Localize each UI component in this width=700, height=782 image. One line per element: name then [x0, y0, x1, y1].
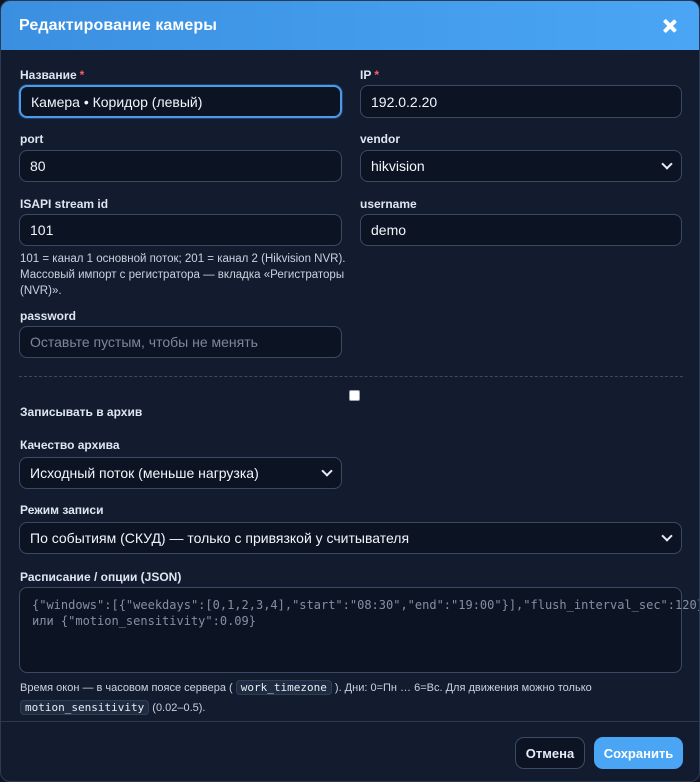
required-mark: * — [79, 68, 85, 82]
username-input-value: demo — [371, 222, 407, 238]
quality-label: Качество архива — [20, 438, 120, 452]
schedule-hint-part3: (0.02–0.5). — [152, 702, 206, 714]
name-input[interactable]: Камера • Коридор (левый) — [19, 85, 342, 118]
isapi-label: ISAPI stream id — [20, 197, 109, 211]
cancel-button[interactable]: Отмена — [515, 737, 585, 769]
footer-divider — [1, 721, 699, 722]
password-placeholder: Оставьте пустым, чтобы не менять — [30, 334, 258, 350]
name-label: Название * — [20, 68, 84, 82]
record-mode-select[interactable]: По событиям (СКУД) — только с привязкой … — [19, 522, 682, 554]
port-input[interactable]: 80 — [19, 150, 342, 182]
schedule-hint-part2: ). Дни: 0=Пн … 6=Вс. Для движения можно … — [334, 682, 592, 694]
archive-label: Записывать в архив — [20, 405, 143, 419]
username-input[interactable]: demo — [360, 214, 682, 246]
vendor-select-value: hikvision — [371, 158, 425, 174]
password-label: password — [20, 309, 77, 323]
quality-select-value: Исходный поток (меньше нагрузка) — [30, 465, 259, 481]
isapi-hint: 101 = канал 1 основной поток; 201 = кана… — [20, 251, 350, 299]
close-icon[interactable] — [661, 17, 679, 35]
ip-label-text: IP — [360, 68, 372, 82]
sensitivity-code: motion_sensitivity — [20, 700, 150, 715]
edit-camera-modal: Редактирование камеры Название * Камера •… — [0, 0, 700, 782]
port-label: port — [20, 132, 44, 146]
password-input[interactable]: Оставьте пустым, чтобы не менять — [19, 326, 342, 358]
archive-checkbox[interactable] — [349, 390, 360, 401]
port-input-value: 80 — [30, 158, 46, 174]
ip-input[interactable]: 192.0.2.20 — [360, 85, 682, 118]
isapi-hint-line1: 101 = канал 1 основной поток; 201 = кана… — [20, 253, 346, 265]
vendor-select[interactable]: hikvision — [360, 150, 682, 182]
isapi-input[interactable]: 101 — [19, 214, 342, 246]
vendor-label: vendor — [360, 132, 401, 146]
schedule-textarea[interactable]: {"windows":[{"weekdays":[0,1,2,3,4],"sta… — [19, 587, 700, 673]
schedule-hint-part1: Время окон — в часовом поясе сервера ( — [20, 682, 233, 694]
isapi-hint-line2: Массовый импорт с регистратора — вкладка… — [20, 269, 345, 281]
save-button[interactable]: Сохранить — [594, 737, 683, 769]
schedule-hint: Время окон — в часовом поясе сервера ( w… — [20, 678, 685, 718]
chevron-down-icon — [661, 158, 673, 170]
required-mark: * — [374, 68, 380, 82]
schedule-label: Расписание / опции (JSON) — [20, 570, 182, 584]
ip-label: IP * — [360, 68, 379, 82]
ip-input-value: 192.0.2.20 — [371, 93, 438, 110]
name-input-value: Камера • Коридор (левый) — [31, 93, 203, 110]
chevron-down-icon — [321, 465, 333, 477]
timezone-code: work_timezone — [235, 680, 332, 695]
username-label: username — [360, 197, 417, 211]
section-divider — [19, 376, 683, 377]
name-label-text: Название — [20, 68, 77, 82]
modal-title: Редактирование камеры — [19, 16, 217, 34]
record-mode-select-value: По событиям (СКУД) — только с привязкой … — [30, 530, 410, 546]
chevron-down-icon — [661, 530, 673, 542]
quality-select[interactable]: Исходный поток (меньше нагрузка) — [19, 457, 342, 489]
record-mode-label: Режим записи — [20, 503, 104, 517]
schedule-placeholder-line1: {"windows":[{"weekdays":[0,1,2,3,4],"sta… — [32, 598, 700, 612]
schedule-placeholder-line2: или {"motion_sensitivity":0.09} — [32, 614, 256, 628]
modal-header: Редактирование камеры — [1, 1, 699, 50]
isapi-input-value: 101 — [30, 222, 54, 238]
isapi-hint-line3: (NVR)». — [20, 285, 62, 297]
